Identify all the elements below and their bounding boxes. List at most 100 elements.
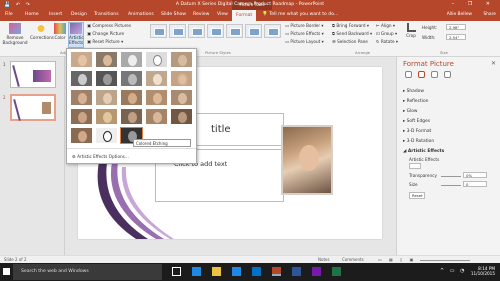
comments-button[interactable]: Comments [342,257,364,262]
section-shadow[interactable]: ▸ Shadow [403,89,424,94]
picture-style-7[interactable] [264,24,281,38]
artistic-effects-button[interactable]: Artistic Effects [68,22,84,48]
powerpoint-icon[interactable] [272,267,281,276]
effect-watercolor-sponge[interactable] [95,89,118,106]
picture-style-2[interactable] [169,24,186,38]
size-field[interactable]: 0 [463,181,487,187]
effect-cement[interactable] [70,108,93,125]
effect-crisscross-etching[interactable] [120,108,143,125]
picture-style-1[interactable] [150,24,167,38]
fill-line-icon[interactable] [405,71,412,78]
effect-glass[interactable] [170,89,193,106]
compress-pictures-button[interactable]: ▣ Compress Pictures [87,23,131,28]
view-buttons[interactable]: ▭ ▦ ▯ ▣ [378,257,416,262]
effect-texturizer[interactable] [95,108,118,125]
close-icon[interactable]: ✕ [491,60,496,67]
artistic-effects-picker[interactable] [409,163,421,169]
windows-start-icon[interactable] [3,268,10,275]
align-button[interactable]: ⊨ Align ▾ [376,23,395,28]
word-icon[interactable] [292,267,301,276]
edge-icon[interactable] [192,267,201,276]
size-properties-icon[interactable] [431,71,438,78]
effect-film-grain[interactable] [120,89,143,106]
share-button[interactable]: Share [483,12,496,17]
tab-design[interactable]: Design [71,12,87,17]
change-picture-button[interactable]: ▣ Change Picture [87,31,124,36]
effect-photocopy[interactable] [95,127,118,144]
tab-view[interactable]: View [217,12,228,17]
taskbar-clock[interactable]: 8:14 PM 11/10/2015 [471,266,495,276]
section-3d-rotation[interactable]: ▸ 3-D Rotation [403,139,434,144]
rotate-button[interactable]: ↻ Rotate ▾ [376,39,398,44]
effect-line-drawing[interactable] [170,51,193,68]
tab-format[interactable]: Format [232,10,257,21]
window-controls[interactable]: – ❐ ✕ [452,1,496,7]
tab-insert[interactable]: Insert [49,12,62,17]
effect-marker[interactable] [95,51,118,68]
effect-glow-diffused[interactable] [145,70,168,87]
bring-forward-button[interactable]: ⧉ Bring Forward ▾ [332,23,369,28]
tab-home[interactable]: Home [25,12,39,17]
tell-me-box[interactable]: 💡 Tell me what you want to do... [262,12,338,17]
reset-button[interactable]: Reset [409,192,425,199]
slide-thumbnail-2[interactable] [10,94,56,121]
group-button[interactable]: ⊡ Group ▾ [376,31,397,36]
effect-pastels-smooth[interactable] [145,108,168,125]
tab-review[interactable]: Review [193,12,209,17]
effects-icon[interactable] [418,71,425,78]
selection-pane-button[interactable]: ☰ Selection Pane [332,39,368,44]
effect-light-screen[interactable] [70,89,93,106]
section-artistic-effects[interactable]: ◢ Artistic Effects [403,149,444,154]
picture-style-3[interactable] [188,24,205,38]
color-button[interactable]: Color [53,23,67,40]
corrections-button[interactable]: Corrections [30,23,54,40]
transparency-field[interactable]: 0% [463,172,487,178]
notes-button[interactable]: Notes [318,257,330,262]
reset-picture-button[interactable]: ▣ Reset Picture ▾ [87,39,123,44]
tab-transitions[interactable]: Transitions [94,12,119,17]
tab-slide-show[interactable]: Slide Show [161,12,186,17]
effect-pencil-sketch[interactable] [145,51,168,68]
selected-picture[interactable] [281,125,333,195]
section-reflection[interactable]: ▸ Reflection [403,99,428,104]
effect-chalk-sketch[interactable] [70,70,93,87]
picture-layout-button[interactable]: ▭ Picture Layout ▾ [285,39,324,44]
onenote-icon[interactable] [312,267,321,276]
width-field[interactable]: 2.54" [446,34,466,40]
picture-style-4[interactable] [207,24,224,38]
effect-plastic-wrap[interactable] [170,108,193,125]
tab-animations[interactable]: Animations [128,12,154,17]
send-backward-button[interactable]: ⧉ Send Backward ▾ [332,31,372,36]
size-slider[interactable] [441,185,461,186]
picture-border-button[interactable]: ▭ Picture Border ▾ [285,23,324,28]
effect-paint-strokes[interactable] [95,70,118,87]
effect-blur[interactable] [170,70,193,87]
zoom-slider[interactable] [420,260,470,261]
picture-style-6[interactable] [245,24,262,38]
outlook-icon[interactable] [252,267,261,276]
effect-none[interactable] [70,51,93,68]
system-tray-icons[interactable]: ^ ▭ ◔ [440,268,466,274]
artistic-effects-options-link[interactable]: ⚙ Artistic Effects Options... [72,154,129,159]
section-soft-edges[interactable]: ▸ Soft Edges [403,119,430,124]
effect-cutout[interactable] [70,127,93,144]
user-name[interactable]: Allie Bellew [447,12,472,17]
tab-file[interactable]: File [5,12,13,17]
store-icon[interactable] [232,267,241,276]
transparency-slider[interactable] [441,176,461,177]
excel-icon[interactable] [332,267,341,276]
file-explorer-icon[interactable] [212,267,221,276]
effect-mosaic-bubbles[interactable] [145,89,168,106]
effect-paint-brush[interactable] [120,70,143,87]
section-glow[interactable]: ▸ Glow [403,109,418,114]
picture-effects-button[interactable]: ▭ Picture Effects ▾ [285,31,324,36]
crop-button[interactable]: Crop [404,23,418,38]
section-3d-format[interactable]: ▸ 3-D Format [403,129,431,134]
picture-icon[interactable] [444,71,451,78]
slide-thumbnail-1[interactable] [10,61,56,88]
taskbar-search-box[interactable]: Search the web and Windows [13,264,162,280]
task-view-icon[interactable] [172,267,181,276]
height-field[interactable]: 2.98" [446,24,466,30]
effect-pencil-grayscale[interactable] [120,51,143,68]
picture-style-5[interactable] [226,24,243,38]
